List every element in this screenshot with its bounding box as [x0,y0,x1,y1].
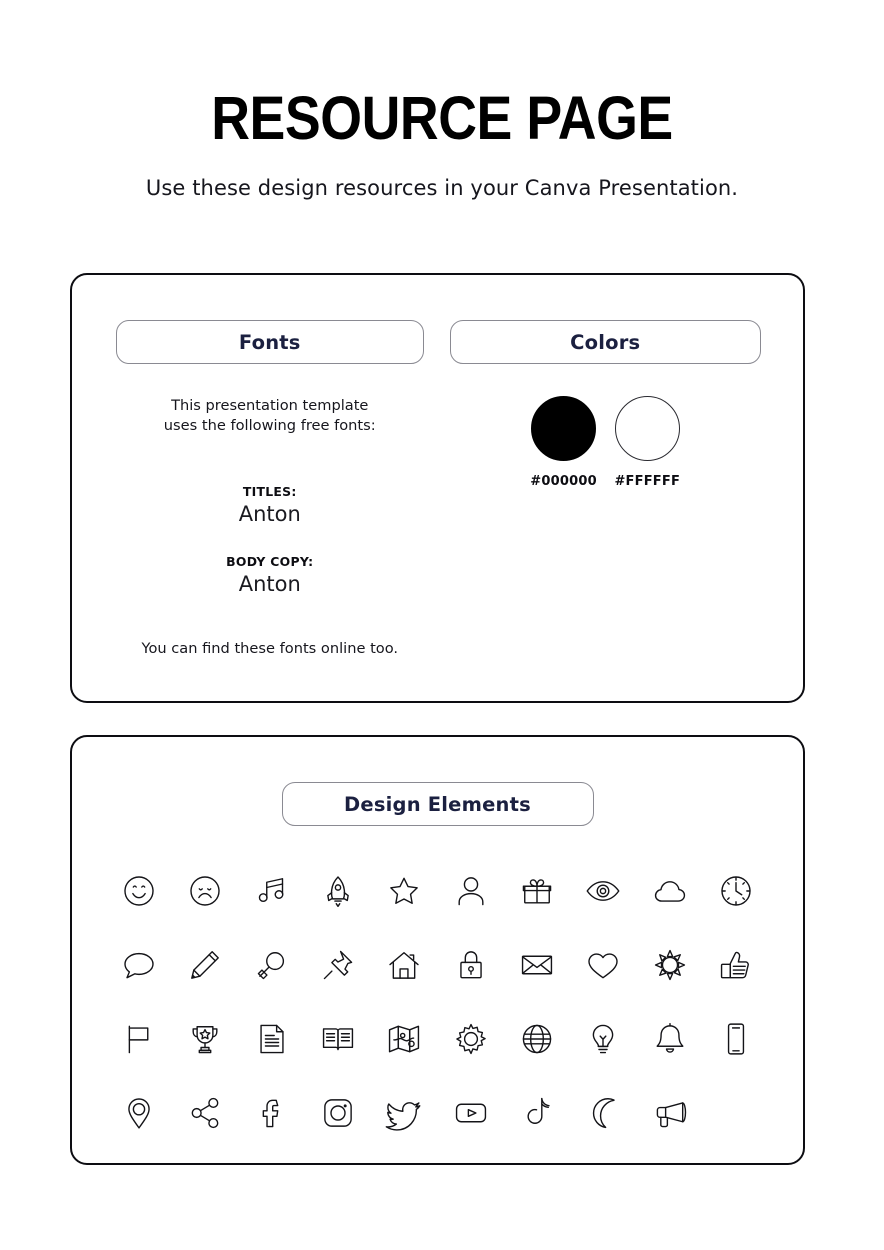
design-elements-heading-label: Design Elements [344,792,531,816]
titles-font-label: TITLES: [242,483,297,499]
twitter-icon[interactable] [381,1090,427,1136]
design-elements-heading-pill[interactable]: Design Elements [281,782,594,826]
youtube-icon[interactable] [448,1090,494,1136]
color-swatch: #000000 [530,396,597,489]
share-icon[interactable] [182,1090,228,1136]
smiley-face-icon[interactable] [116,868,162,914]
white-swatch [614,396,680,461]
bell-icon[interactable] [647,1016,693,1062]
page-subtitle: Use these design resources in your Canva… [145,176,739,200]
open-book-icon[interactable] [315,1016,361,1062]
lightbulb-icon[interactable] [580,1016,626,1062]
gift-icon[interactable] [514,868,560,914]
color-hex-label: #FFFFFF [614,474,681,489]
colors-column: Colors #000000 #FFFFFF [446,320,766,657]
eye-icon[interactable] [580,868,626,914]
location-pin-icon[interactable] [116,1090,162,1136]
cloud-icon[interactable] [647,868,693,914]
page-title: RESOURCE PAGE [211,84,673,152]
body-font-name: Anton [238,571,301,596]
gear-icon[interactable] [448,1016,494,1062]
page-header: RESOURCE PAGE Use these design resources… [0,0,884,201]
color-hex-label: #000000 [530,474,597,489]
music-note-icon[interactable] [249,868,295,914]
flag-icon[interactable] [116,1016,162,1062]
person-icon[interactable] [448,868,494,914]
fonts-footnote: You can find these fonts online too. [141,639,399,657]
heart-icon[interactable] [580,942,626,988]
map-icon[interactable] [381,1016,427,1062]
tiktok-icon[interactable] [514,1090,560,1136]
colors-heading-pill[interactable]: Colors [449,320,761,364]
fonts-column: Fonts This presentation template uses th… [110,320,430,657]
globe-icon[interactable] [514,1016,560,1062]
trophy-icon[interactable] [182,1016,228,1062]
design-elements-icon-grid [72,868,803,1136]
envelope-icon[interactable] [514,942,560,988]
clock-icon[interactable] [713,868,759,914]
mobile-phone-icon[interactable] [713,1016,759,1062]
house-icon[interactable] [381,942,427,988]
body-font-label: BODY COPY: [226,553,314,569]
speech-bubble-icon[interactable] [116,942,162,988]
rocket-icon[interactable] [315,868,361,914]
sad-face-icon[interactable] [182,868,228,914]
design-elements-heading-wrap: Design Elements [72,737,803,826]
magnifying-glass-icon[interactable] [249,942,295,988]
fonts-intro-line-1: This presentation template [171,397,369,414]
document-icon[interactable] [249,1016,295,1062]
titles-font-spec: TITLES: Anton [110,484,430,526]
fonts-and-colors-panel: Fonts This presentation template uses th… [70,273,805,703]
thumbs-up-icon[interactable] [713,942,759,988]
pencil-icon[interactable] [182,942,228,988]
color-swatch-row: #000000 #FFFFFF [446,396,766,489]
fonts-heading-pill[interactable]: Fonts [115,320,424,364]
star-icon[interactable] [381,868,427,914]
sun-icon[interactable] [647,942,693,988]
fonts-heading-label: Fonts [238,330,301,354]
fonts-intro-line-2: uses the following free fonts: [163,416,376,434]
lock-icon[interactable] [448,942,494,988]
panel-columns: Fonts This presentation template uses th… [72,275,803,657]
titles-font-name: Anton [238,501,301,526]
push-pin-icon[interactable] [315,942,361,988]
colors-heading-label: Colors [570,330,641,354]
moon-icon[interactable] [580,1090,626,1136]
megaphone-icon[interactable] [647,1090,693,1136]
fonts-intro-text: This presentation template uses the foll… [110,396,430,436]
body-font-spec: BODY COPY: Anton [110,554,430,596]
facebook-icon[interactable] [249,1090,295,1136]
black-swatch [530,396,596,461]
instagram-icon[interactable] [315,1090,361,1136]
design-elements-panel: Design Elements [70,735,805,1165]
color-swatch: #FFFFFF [614,396,680,489]
